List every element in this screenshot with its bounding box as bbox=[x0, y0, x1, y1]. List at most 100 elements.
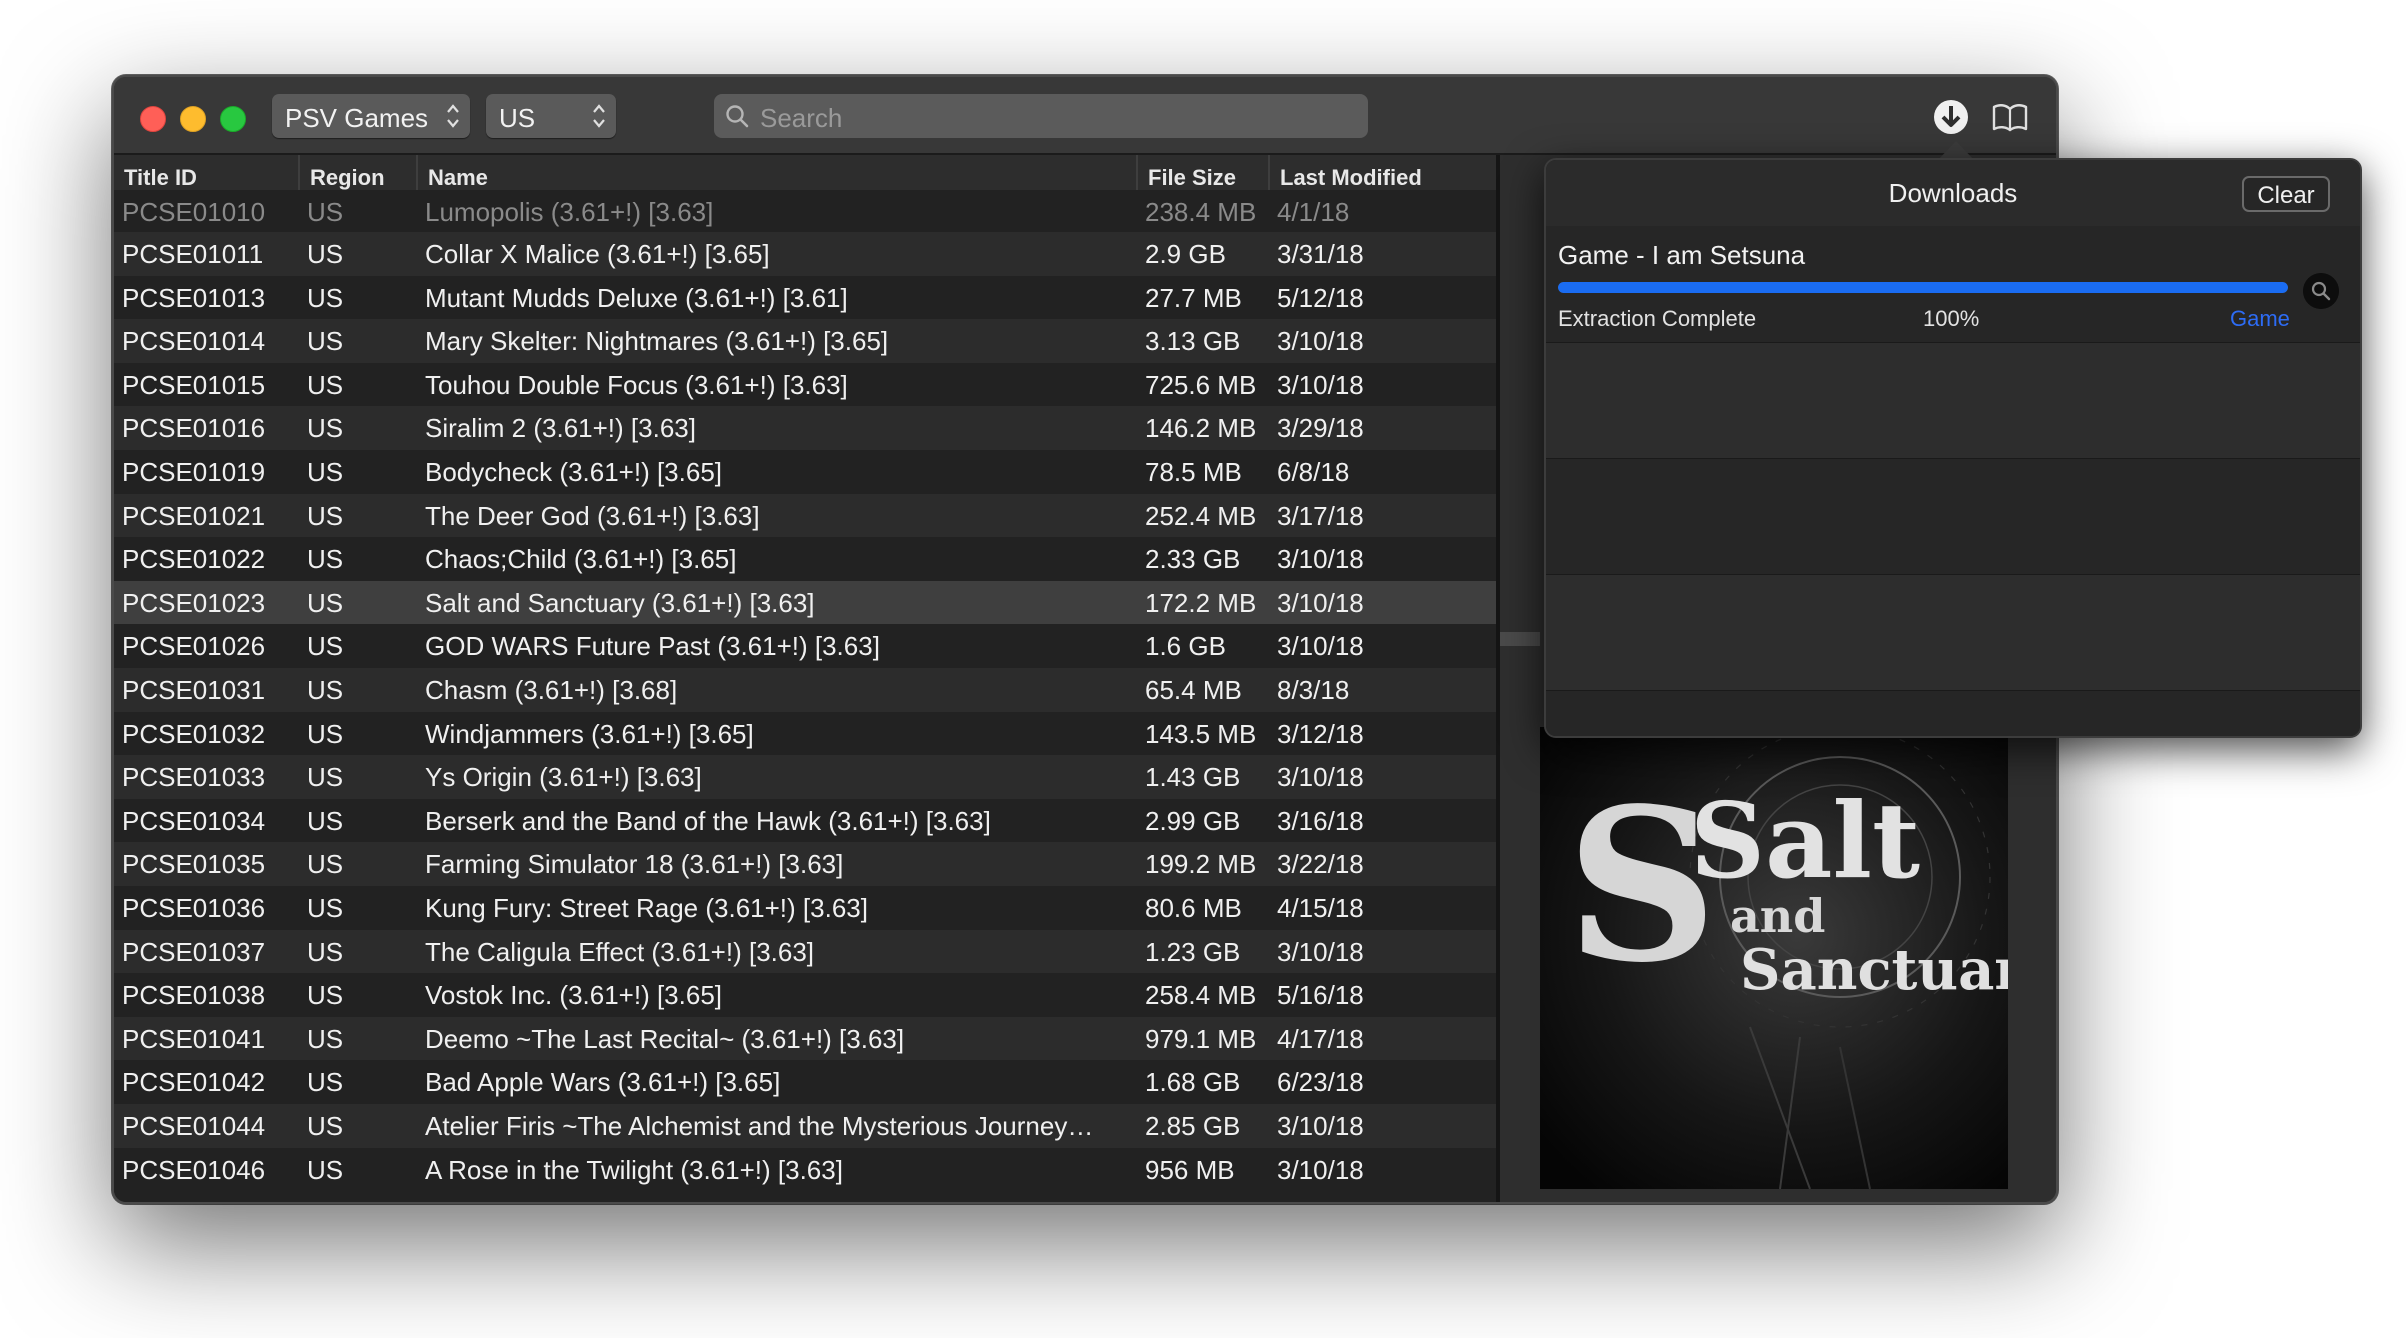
pane-scroll-handle[interactable] bbox=[1500, 632, 1540, 646]
cell-title-id: PCSE01016 bbox=[122, 413, 266, 443]
cell-title-id: PCSE01035 bbox=[122, 849, 266, 879]
cell-file-size: 1.6 GB bbox=[1145, 631, 1226, 661]
cell-title-id: PCSE01042 bbox=[122, 1067, 266, 1097]
cell-title-id: PCSE01021 bbox=[122, 501, 266, 531]
cell-file-size: 1.68 GB bbox=[1145, 1067, 1241, 1097]
download-empty-slot bbox=[1546, 574, 2360, 690]
download-percent: 100% bbox=[1923, 306, 1980, 331]
cell-last-modified: 3/29/18 bbox=[1277, 413, 1364, 443]
table-row[interactable]: PCSE01044 US Atelier Firis ~The Alchemist … bbox=[114, 1104, 1496, 1148]
cell-last-modified: 3/16/18 bbox=[1277, 806, 1364, 836]
cell-title-id: PCSE01013 bbox=[122, 283, 266, 313]
cell-name: Vostok Inc. (3.61+!) [3.65] bbox=[425, 980, 723, 1010]
clear-button[interactable]: Clear bbox=[2242, 176, 2330, 212]
table-row[interactable]: PCSE01015 US Touhou Double Focus (3.61+!) … bbox=[114, 363, 1496, 407]
table-row[interactable]: PCSE01014 US Mary Skelter: Nightmares (3.6… bbox=[114, 319, 1496, 363]
cell-title-id: PCSE01034 bbox=[122, 806, 266, 836]
cell-file-size: 146.2 MB bbox=[1145, 413, 1257, 443]
cell-last-modified: 4/17/18 bbox=[1277, 1024, 1364, 1054]
source-popup-button[interactable]: PSV Games bbox=[272, 94, 470, 138]
table-row[interactable]: PCSE01022 US Chaos;Child (3.61+!) [3.65] 2.… bbox=[114, 537, 1496, 581]
table-row[interactable]: PCSE01023 US Salt and Sanctuary (3.61+!) [… bbox=[114, 581, 1496, 625]
cell-region: US bbox=[307, 631, 344, 661]
cell-file-size: 252.4 MB bbox=[1145, 501, 1257, 531]
downloads-header: Downloads Clear bbox=[1546, 160, 2360, 227]
cell-last-modified: 3/10/18 bbox=[1277, 370, 1364, 400]
cell-name: Chaos;Child (3.61+!) [3.65] bbox=[425, 544, 737, 574]
cell-title-id: PCSE01010 bbox=[122, 197, 266, 227]
table-row[interactable]: PCSE01034 US Berserk and the Band of the H… bbox=[114, 799, 1496, 843]
table-row[interactable]: PCSE01019 US Bodycheck (3.61+!) [3.65] 78.5… bbox=[114, 450, 1496, 494]
cell-name: The Caligula Effect (3.61+!) [3.63] bbox=[425, 937, 815, 967]
table-row[interactable]: PCSE01046 US A Rose in the Twilight (3.61+… bbox=[114, 1148, 1496, 1192]
cell-file-size: 80.6 MB bbox=[1145, 893, 1242, 923]
table-row[interactable]: PCSE01031 US Chasm (3.61+!) [3.68] 65.4 MB 8… bbox=[114, 668, 1496, 712]
cell-name: Bodycheck (3.61+!) [3.65] bbox=[425, 457, 723, 487]
minimize-window-button[interactable] bbox=[180, 106, 206, 132]
region-popup-label: US bbox=[499, 103, 536, 133]
cover-title-line3: Sanctuary bbox=[1740, 937, 2008, 1003]
cell-last-modified: 3/10/18 bbox=[1277, 544, 1364, 574]
toolbar: PSV Games US Search bbox=[114, 77, 2056, 155]
cell-region: US bbox=[307, 1155, 344, 1185]
table-row[interactable]: PCSE01042 US Bad Apple Wars (3.61+!) [3.65… bbox=[114, 1060, 1496, 1104]
close-window-button[interactable] bbox=[140, 106, 166, 132]
table-row[interactable]: PCSE01036 US Kung Fury: Street Rage (3.61+… bbox=[114, 886, 1496, 930]
cell-title-id: PCSE01032 bbox=[122, 719, 266, 749]
cell-region: US bbox=[307, 849, 344, 879]
game-cover-art: S Salt and Sanctuary bbox=[1540, 727, 2008, 1189]
cell-region: US bbox=[307, 893, 344, 923]
cell-last-modified: 3/10/18 bbox=[1277, 631, 1364, 661]
search-field[interactable]: Search bbox=[714, 94, 1368, 138]
cell-region: US bbox=[307, 239, 344, 269]
table-row[interactable]: PCSE01041 US Deemo ~The Last Recital~ (3.6… bbox=[114, 1017, 1496, 1061]
cell-file-size: 172.2 MB bbox=[1145, 588, 1257, 618]
cell-file-size: 1.43 GB bbox=[1145, 762, 1241, 792]
region-popup-button[interactable]: US bbox=[486, 94, 616, 138]
cell-name: Deemo ~The Last Recital~ (3.61+!) [3.63] bbox=[425, 1024, 905, 1054]
cell-region: US bbox=[307, 980, 344, 1010]
cell-region: US bbox=[307, 762, 344, 792]
cell-last-modified: 3/10/18 bbox=[1277, 588, 1364, 618]
cell-region: US bbox=[307, 413, 344, 443]
table-row[interactable]: PCSE01013 US Mutant Mudds Deluxe (3.61+!) … bbox=[114, 276, 1496, 320]
table-row[interactable]: PCSE01011 US Collar X Malice (3.61+!) [3.6… bbox=[114, 232, 1496, 276]
table-row[interactable]: PCSE01026 US GOD WARS Future Past (3.61+!)… bbox=[114, 624, 1496, 668]
cell-last-modified: 3/17/18 bbox=[1277, 501, 1364, 531]
cell-region: US bbox=[307, 675, 344, 705]
cell-last-modified: 3/10/18 bbox=[1277, 326, 1364, 356]
cell-last-modified: 8/3/18 bbox=[1277, 675, 1350, 705]
cell-region: US bbox=[307, 1111, 344, 1141]
cell-file-size: 199.2 MB bbox=[1145, 849, 1257, 879]
cell-name: Farming Simulator 18 (3.61+!) [3.63] bbox=[425, 849, 844, 879]
table-row[interactable]: PCSE01010 US Lumopolis (3.61+!) [3.63] 238.… bbox=[114, 190, 1496, 234]
cell-file-size: 65.4 MB bbox=[1145, 675, 1242, 705]
cell-title-id: PCSE01022 bbox=[122, 544, 266, 574]
cell-title-id: PCSE01031 bbox=[122, 675, 266, 705]
cell-file-size: 78.5 MB bbox=[1145, 457, 1242, 487]
download-name: Game - I am Setsuna bbox=[1558, 240, 1806, 270]
table-row[interactable]: PCSE01016 US Siralim 2 (3.61+!) [3.63] 146.… bbox=[114, 406, 1496, 450]
table-row[interactable]: PCSE01037 US The Caligula Effect (3.61+!) … bbox=[114, 930, 1496, 974]
cell-title-id: PCSE01026 bbox=[122, 631, 266, 661]
cell-last-modified: 3/12/18 bbox=[1277, 719, 1364, 749]
book-icon[interactable] bbox=[1990, 97, 2030, 137]
cell-name: Mutant Mudds Deluxe (3.61+!) [3.61] bbox=[425, 283, 848, 313]
cell-name: Salt and Sanctuary (3.61+!) [3.63] bbox=[425, 588, 815, 618]
table-row[interactable]: PCSE01021 US The Deer God (3.61+!) [3.63] 2… bbox=[114, 494, 1496, 538]
table-row[interactable]: PCSE01035 US Farming Simulator 18 (3.61+!)… bbox=[114, 842, 1496, 886]
cell-file-size: 2.9 GB bbox=[1145, 239, 1226, 269]
table-row[interactable]: PCSE01032 US Windjammers (3.61+!) [3.65] 14… bbox=[114, 712, 1496, 756]
cover-title-line1: Salt bbox=[1690, 779, 1920, 902]
table-row[interactable]: PCSE01038 US Vostok Inc. (3.61+!) [3.65] 25… bbox=[114, 973, 1496, 1017]
zoom-window-button[interactable] bbox=[220, 106, 246, 132]
download-type-link[interactable]: Game bbox=[2230, 306, 2290, 332]
download-icon[interactable] bbox=[1931, 97, 1971, 137]
cell-title-id: PCSE01038 bbox=[122, 980, 266, 1010]
cell-title-id: PCSE01041 bbox=[122, 1024, 266, 1054]
reveal-in-finder-icon[interactable] bbox=[2303, 273, 2339, 309]
search-placeholder: Search bbox=[760, 103, 843, 133]
table-row[interactable]: PCSE01033 US Ys Origin (3.61+!) [3.63] 1.43… bbox=[114, 755, 1496, 799]
cell-last-modified: 6/23/18 bbox=[1277, 1067, 1364, 1097]
cell-region: US bbox=[307, 1024, 344, 1054]
